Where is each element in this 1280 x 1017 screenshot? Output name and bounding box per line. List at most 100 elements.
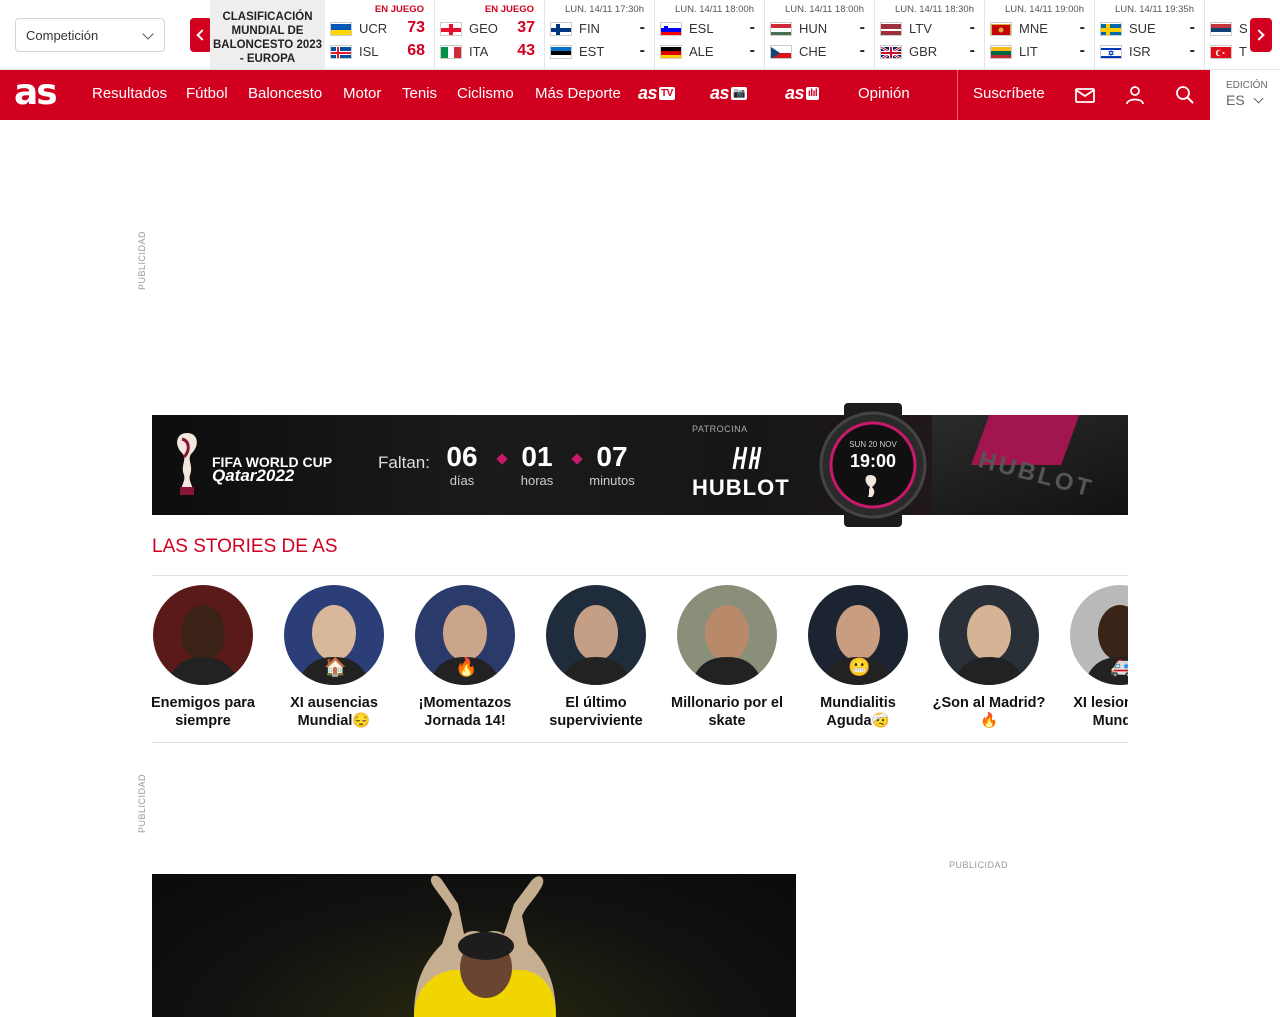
story-thumbnail [677, 585, 777, 685]
brand-text: as [638, 83, 658, 103]
match-card[interactable]: LUN. 14/11 19:35h SUE - ISR - [1095, 0, 1205, 69]
nav-divider [957, 70, 958, 120]
story-thumbnail: 🚑 [1070, 585, 1128, 685]
home-team: UCR [359, 21, 388, 36]
match-home-row: UCR 73 [330, 19, 430, 39]
watch-date: SUN 20 NOV [849, 440, 897, 449]
sponsor-label: PATROCINA [692, 424, 748, 434]
countdown-label: Faltan: [378, 453, 430, 472]
story-item[interactable]: 🏠 XI ausencias Mundial😔 [284, 585, 384, 730]
scores-next-button[interactable] [1250, 18, 1272, 52]
chevron-left-icon [196, 29, 208, 41]
stories-carousel: Enemigos para siempre 🏠 XI ausencias Mun… [152, 576, 1128, 742]
match-card[interactable]: LUN. 14/11 18:00h HUN - CHE - [765, 0, 875, 69]
nav-item-baloncesto[interactable]: Baloncesto [248, 85, 322, 102]
match-home-row: LTV - [880, 19, 980, 39]
match-card[interactable]: EN JUEGO UCR 73 ISL 68 [325, 0, 435, 69]
nav-item-ciclismo[interactable]: Ciclismo [457, 85, 514, 102]
chevron-down-icon [142, 28, 154, 40]
edition-selector[interactable]: EDICIÓN ES [1210, 70, 1280, 120]
home-score: - [749, 19, 755, 36]
uk-flag-icon [880, 45, 902, 59]
world-cup-wordmark: FIFA WORLD CUP Qatar2022 [212, 455, 332, 484]
match-status: LUN. 14/11 19:35h [1114, 4, 1194, 15]
story-item[interactable]: 😬 Mundialitis Aguda🤕 [808, 585, 908, 730]
match-status: LUN. 14/11 18:30h [894, 4, 974, 15]
tv-tag: TV [659, 87, 675, 100]
story-face [705, 605, 749, 661]
away-score: - [749, 42, 755, 59]
story-item[interactable]: Enemigos para siempre [152, 585, 255, 730]
lithuania-flag-icon [990, 45, 1012, 59]
countdown-days: 06 [446, 441, 478, 472]
story-thumbnail [546, 585, 646, 685]
story-item[interactable]: 🔥 ¡Momentazos Jornada 14! [415, 585, 515, 730]
montenegro-flag-icon [990, 22, 1012, 36]
countdown-minutes-label: minutos [589, 473, 635, 488]
nav-item-tenis[interactable]: Tenis [402, 85, 437, 102]
nav-brand-as-tv[interactable]: as TV [638, 83, 675, 104]
home-score: - [1079, 19, 1085, 36]
story-item[interactable]: El último superviviente [546, 585, 646, 730]
nav-item-opinion[interactable]: Opinión [858, 85, 910, 102]
away-score: - [859, 42, 865, 59]
match-away-row: CHE - [770, 42, 870, 62]
match-card[interactable]: LUN. 14/11 19:00h MNE - LIT - [985, 0, 1095, 69]
scores-prev-button[interactable] [190, 18, 212, 52]
story-caption: Enemigos para siempre [152, 695, 255, 729]
story-emoji: 🚑 [1110, 657, 1128, 677]
user-icon[interactable] [1123, 83, 1147, 107]
match-away-row: LIT - [990, 42, 1090, 62]
brand-text: as [710, 83, 730, 103]
germany-flag-icon [660, 45, 682, 59]
story-face [836, 605, 880, 661]
story-item[interactable]: ¿Son al Madrid?🔥 [933, 585, 1045, 730]
story-face [181, 605, 225, 661]
countdown-days-label: días [449, 473, 475, 488]
match-home-row: ESL - [660, 19, 760, 39]
match-card[interactable]: LUN. 14/11 18:30h LTV - GBR - [875, 0, 985, 69]
main-nav: as Resultados Fútbol Baloncesto Motor Te… [0, 70, 1210, 120]
countdown-hours: 01 [521, 441, 553, 472]
match-card[interactable]: EN JUEGO GEO 37 ITA 43 [435, 0, 545, 69]
subscribe-link[interactable]: Suscríbete [973, 85, 1045, 102]
nav-item-motor[interactable]: Motor [343, 85, 381, 102]
match-status: EN JUEGO [484, 4, 534, 15]
article-image[interactable] [152, 874, 796, 1017]
edition-label: EDICIÓN [1226, 80, 1268, 91]
search-icon[interactable] [1173, 83, 1197, 107]
away-team: ITA [469, 44, 489, 59]
world-cup-countdown-banner[interactable]: FIFA WORLD CUP Qatar2022 Faltan: 06 días… [152, 403, 1128, 527]
latvia-flag-icon [880, 22, 902, 36]
match-home-row: MNE - [990, 19, 1090, 39]
competition-select-value: Competición [26, 28, 99, 43]
match-card[interactable]: LUN. 14/11 18:00h ESL - ALE - [655, 0, 765, 69]
sponsor-name: HUBLOT [692, 475, 790, 500]
home-score: - [859, 19, 865, 36]
story-emoji: 😬 [848, 657, 871, 677]
georgia-flag-icon [440, 22, 462, 36]
scores-bar: Competición CLASIFICACIÓN MUNDIAL DE BAL… [0, 0, 1280, 70]
competition-select[interactable]: Competición [15, 18, 165, 52]
away-score: 43 [517, 42, 535, 59]
nav-brand-as-foto[interactable]: as 📷 [710, 83, 747, 104]
away-score: - [1189, 42, 1195, 59]
mail-icon[interactable] [1073, 83, 1097, 107]
match-away-row: ISR - [1100, 42, 1200, 62]
nav-item-mas-deporte[interactable]: Más Deporte [535, 85, 621, 102]
story-item[interactable]: Millonario por el skate [671, 585, 783, 730]
as-logo[interactable]: as [14, 75, 58, 111]
story-thumbnail: 🔥 [415, 585, 515, 685]
match-card[interactable]: LUN. 14/11 17:30h FIN - EST - [545, 0, 655, 69]
story-caption: XI ausencias Mundial😔 [290, 695, 378, 729]
match-away-row: ALE - [660, 42, 760, 62]
nav-item-resultados[interactable]: Resultados [92, 85, 167, 102]
story-item[interactable]: 🚑 XI lesionados Mundial [1070, 585, 1128, 730]
story-caption: XI lesionados Mundial [1073, 695, 1128, 729]
sweden-flag-icon [1100, 22, 1122, 36]
edition-value: ES [1226, 92, 1245, 108]
nav-brand-as-audio[interactable]: as ılıl [785, 83, 820, 104]
away-team: EST [579, 44, 605, 59]
story-emoji: 🔥 [455, 657, 478, 677]
nav-item-futbol[interactable]: Fútbol [186, 85, 228, 102]
